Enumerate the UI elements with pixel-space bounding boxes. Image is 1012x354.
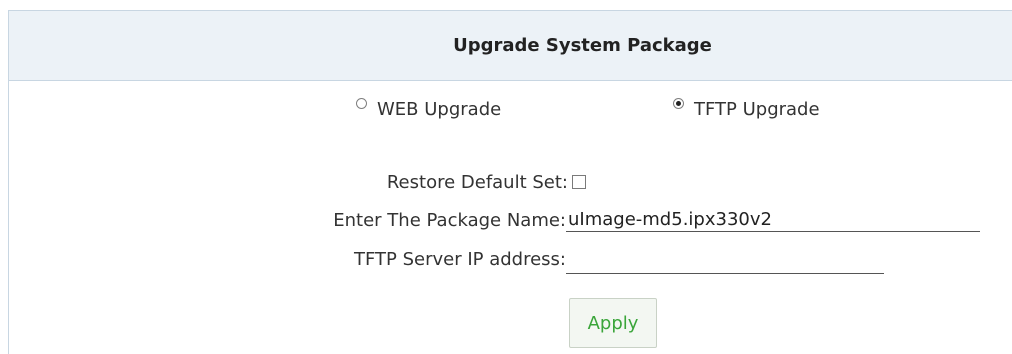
panel-title: Upgrade System Package: [453, 35, 712, 56]
tftp-upgrade-radio[interactable]: TFTP Upgrade: [673, 98, 820, 120]
restore-default-checkbox[interactable]: [572, 175, 586, 189]
panel-header: Upgrade System Package: [9, 11, 1012, 81]
tftp-upgrade-label: TFTP Upgrade: [694, 99, 820, 120]
tftp-ip-label: TFTP Server IP address:: [353, 249, 566, 270]
package-name-label: Enter The Package Name:: [333, 210, 566, 231]
package-name-input[interactable]: [566, 208, 980, 232]
tftp-upgrade-radio-circle[interactable]: [673, 98, 684, 109]
tftp-ip-input[interactable]: [566, 250, 884, 274]
restore-default-label: Restore Default Set:: [386, 172, 568, 193]
apply-button[interactable]: Apply: [569, 298, 657, 348]
web-upgrade-label: WEB Upgrade: [377, 99, 502, 120]
web-upgrade-radio[interactable]: WEB Upgrade: [356, 98, 502, 120]
web-upgrade-radio-circle[interactable]: [356, 98, 367, 109]
